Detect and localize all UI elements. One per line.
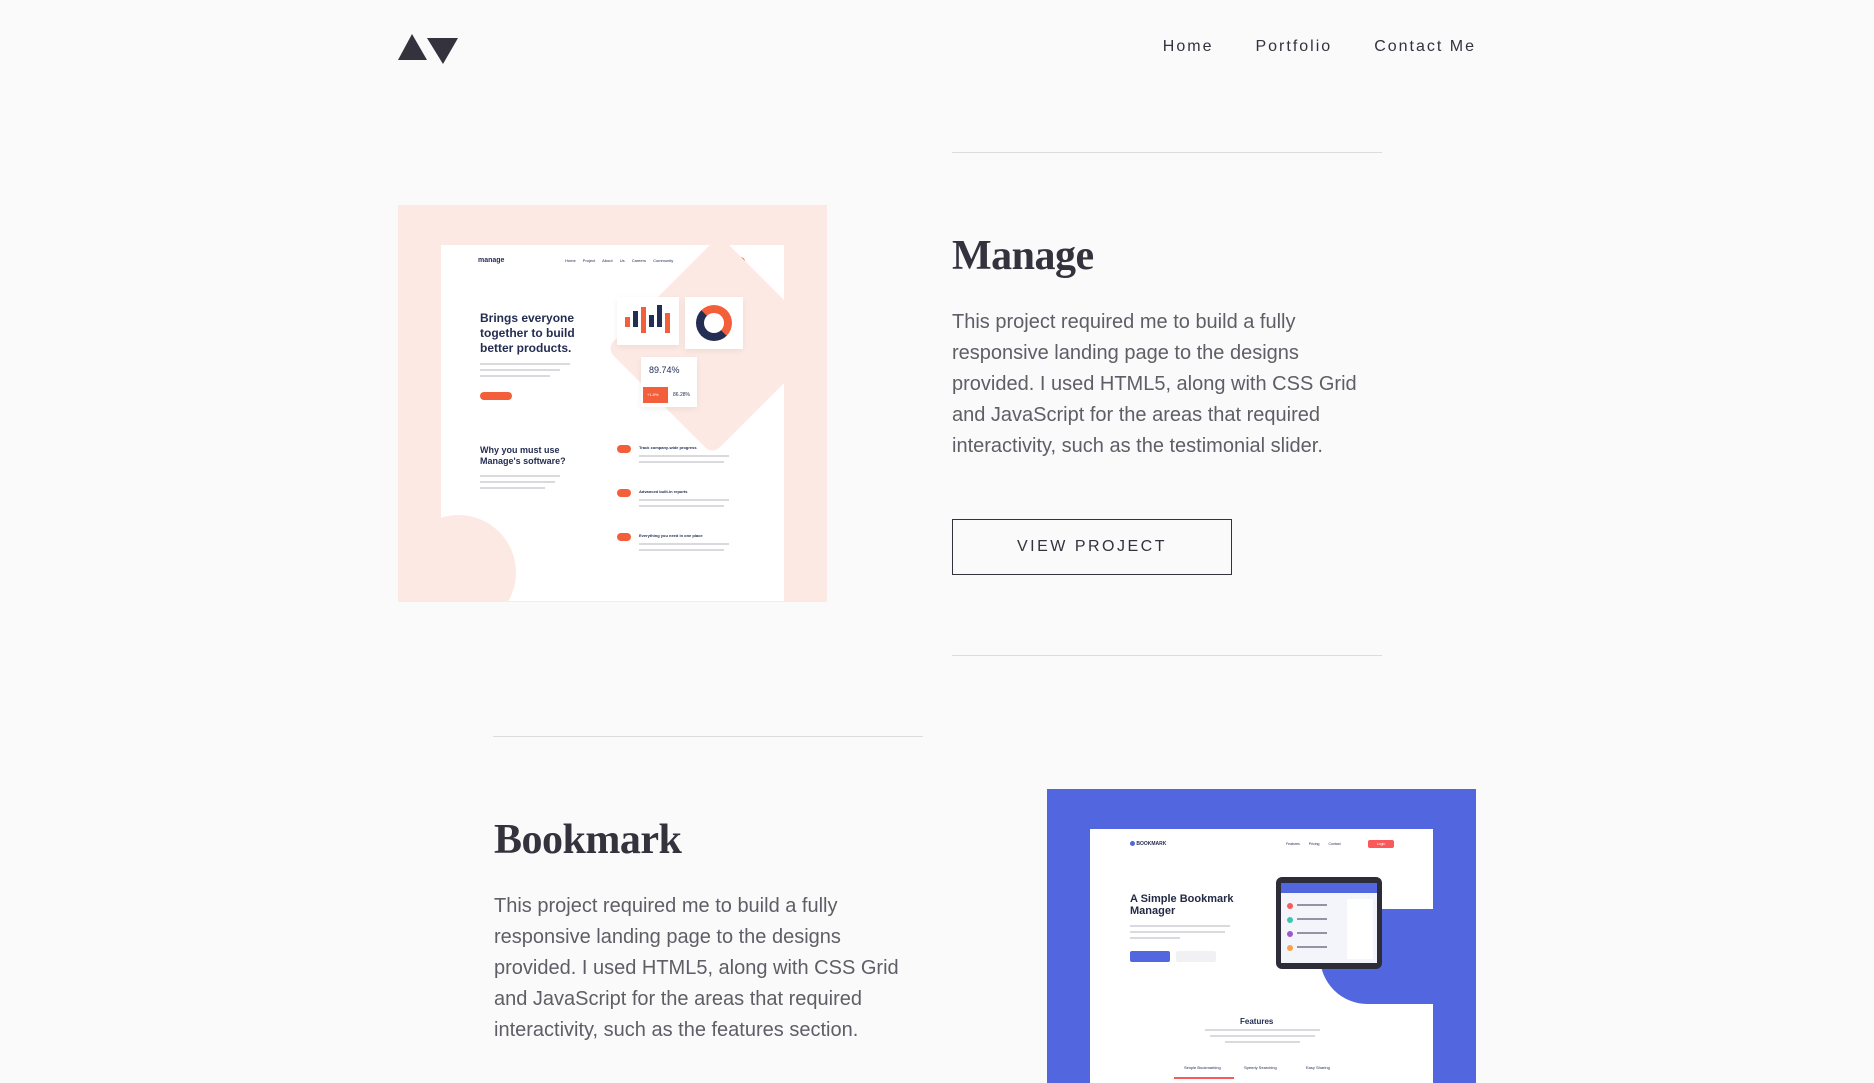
manage-mock-headline: Brings everyone together to build better… <box>480 311 575 355</box>
bookmark-mock-login: Login <box>1368 840 1394 848</box>
divider-top-bookmark <box>493 736 923 737</box>
manage-preview-image[interactable]: manage Home Project About Us Careers Com… <box>398 205 827 602</box>
divider-bottom <box>952 655 1382 656</box>
manage-mock-stat: 89.74% <box>649 365 680 375</box>
bookmark-mock-tab-1: Simple Bookmarking <box>1184 1065 1221 1070</box>
bookmark-mock-brand: BOOKMARK <box>1130 841 1166 847</box>
bookmark-mock-tab-3: Easy Sharing <box>1306 1065 1330 1070</box>
bookmark-mock-tab-2: Speedy Searching <box>1244 1065 1277 1070</box>
bookmark-mock-headline: A Simple Bookmark Manager <box>1130 893 1234 917</box>
bookmark-preview-image[interactable]: BOOKMARK Features Pricing Contact Login … <box>1047 789 1476 1083</box>
manage-mock-section-title: Why you must use Manage's software? <box>480 445 566 466</box>
bookmark-mock-section-title: Features <box>1240 1017 1274 1026</box>
divider-top <box>952 152 1382 153</box>
bookmark-mock-nav: Features Pricing Contact <box>1286 842 1341 846</box>
nav-home[interactable]: Home <box>1163 38 1214 56</box>
main-nav: Home Portfolio Contact Me <box>1163 38 1476 56</box>
manage-mock-brand: manage <box>478 257 505 264</box>
manage-mock-nav: Home Project About Us Careers Community <box>565 258 674 263</box>
nav-contact-me[interactable]: Contact Me <box>1374 38 1476 56</box>
view-project-button[interactable]: VIEW PROJECT <box>952 519 1232 575</box>
logo-icon[interactable] <box>398 32 460 64</box>
project-title-manage: Manage <box>952 233 1094 279</box>
bookmark-mock-page: BOOKMARK Features Pricing Contact Login … <box>1090 829 1433 1083</box>
nav-portfolio[interactable]: Portfolio <box>1255 38 1332 56</box>
project-title-bookmark: Bookmark <box>494 817 682 863</box>
project-description-bookmark: This project required me to build a full… <box>494 895 899 1041</box>
manage-mock-page: manage Home Project About Us Careers Com… <box>441 245 784 601</box>
project-description-manage: This project required me to build a full… <box>952 311 1357 457</box>
